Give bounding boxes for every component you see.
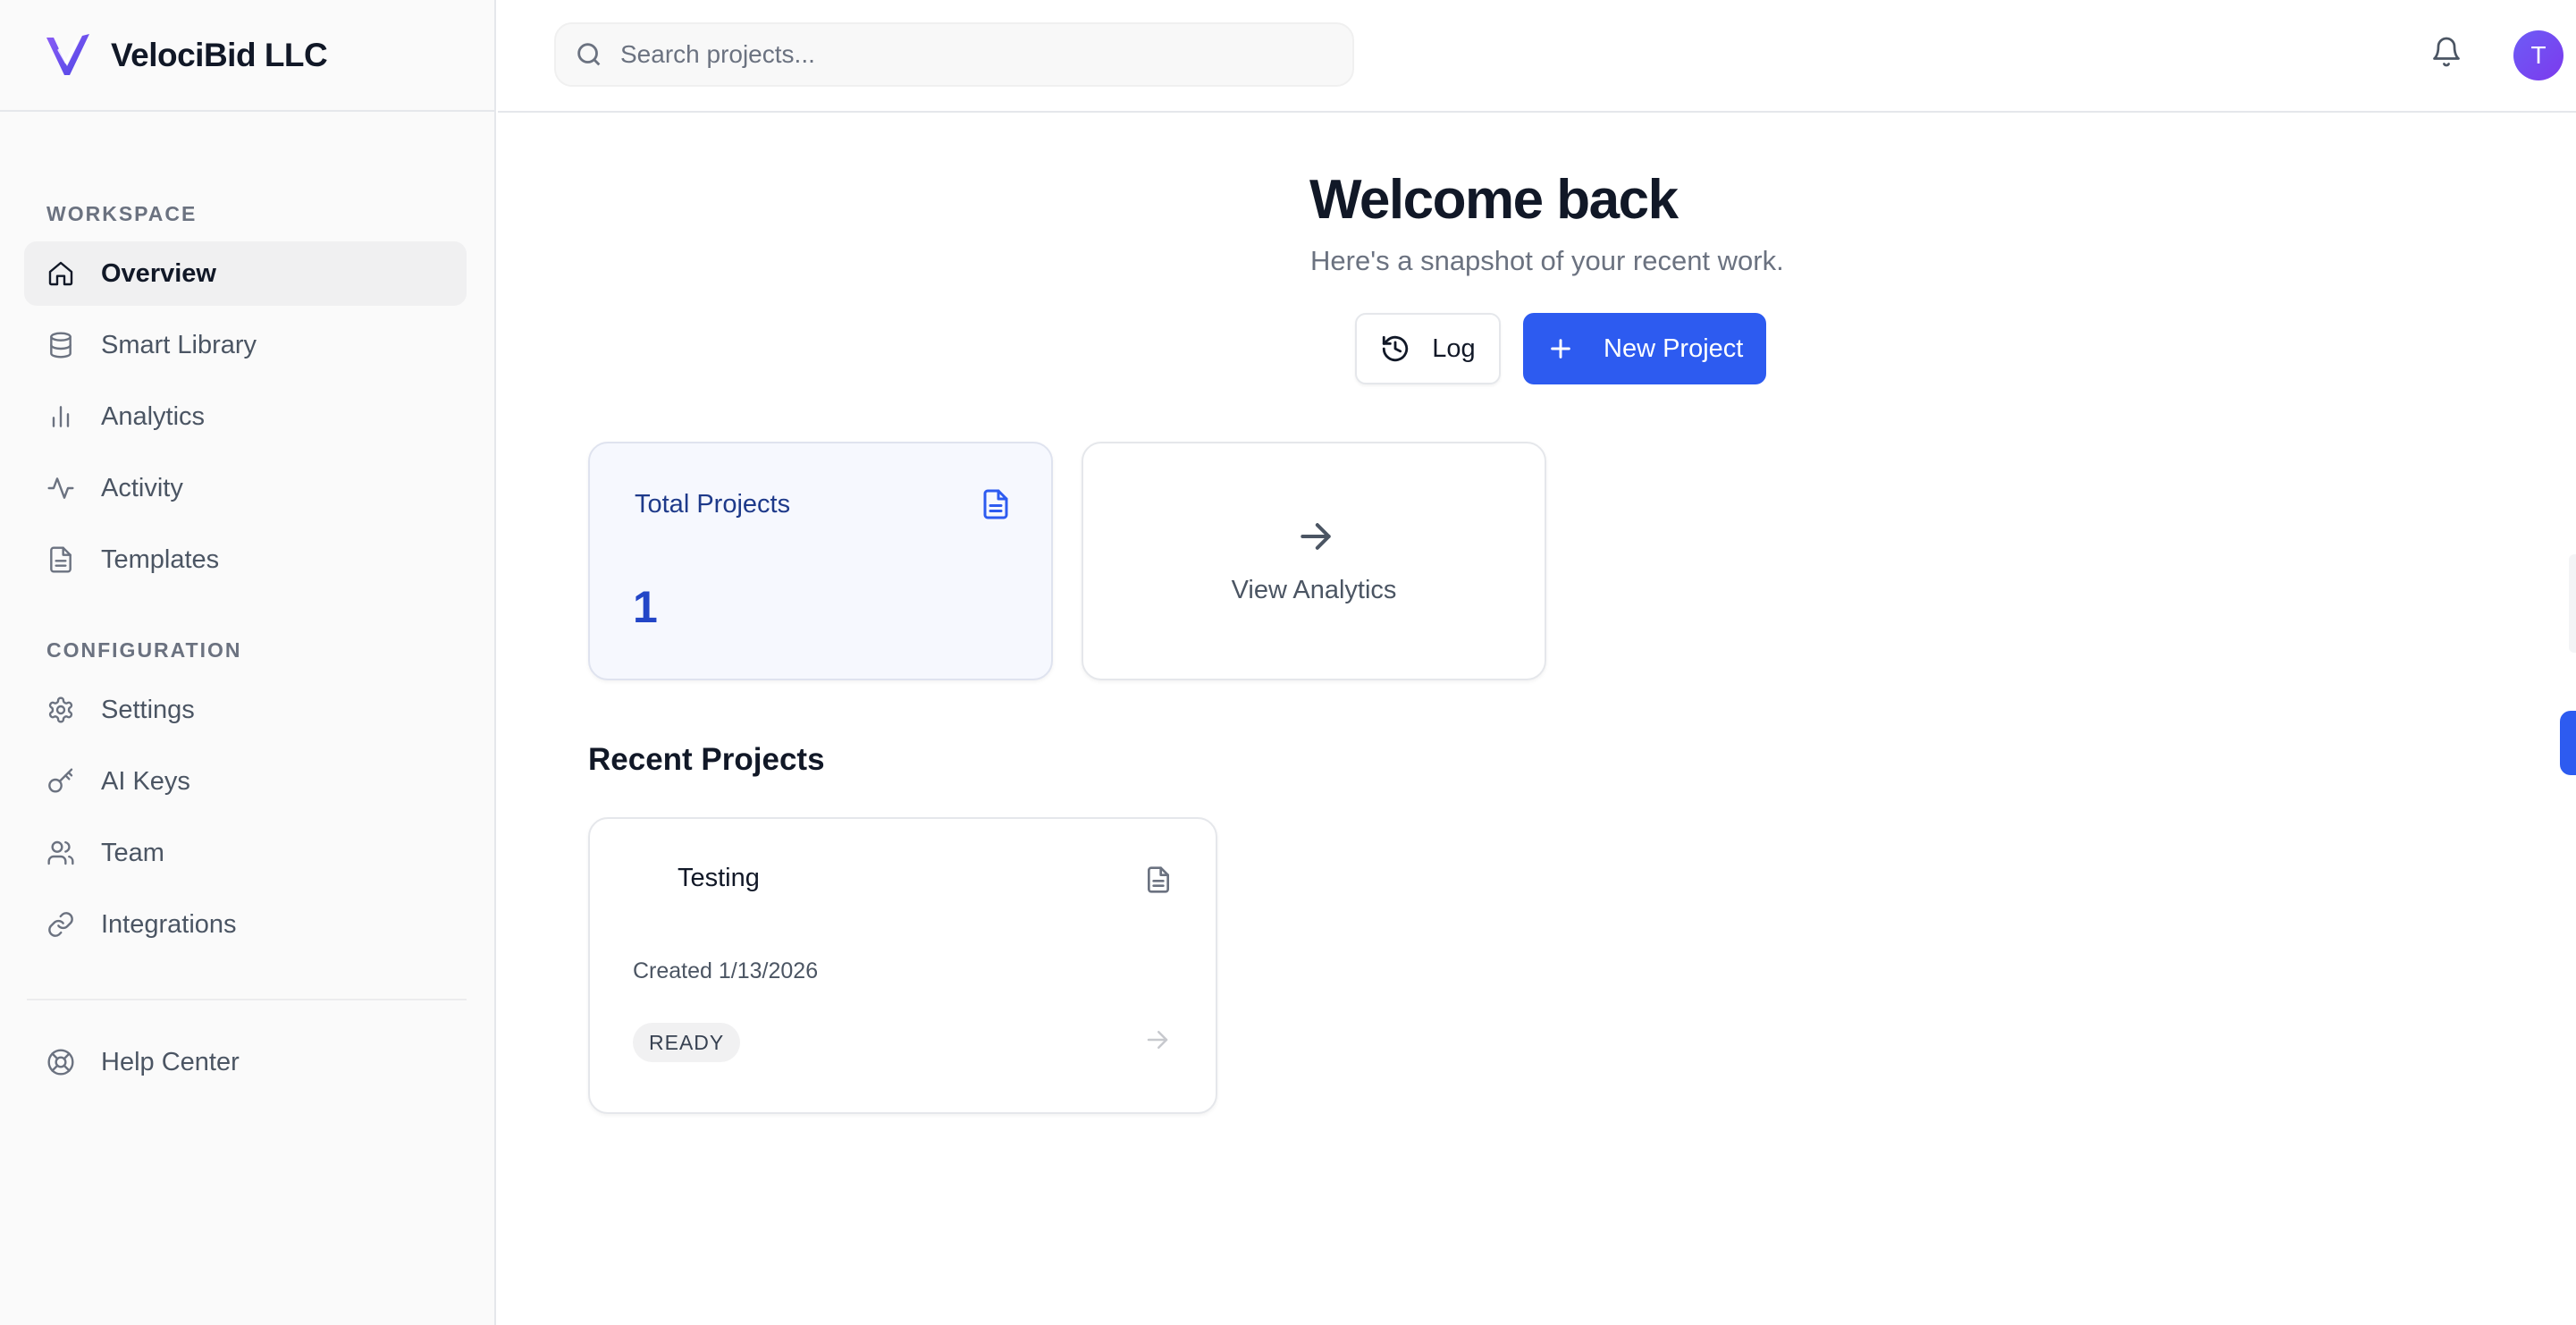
total-projects-card: Total Projects 1 <box>588 442 1053 680</box>
activity-icon <box>46 473 76 503</box>
page-title: Welcome back <box>1309 169 1679 231</box>
key-icon <box>46 766 76 797</box>
file-text-icon <box>980 488 1012 520</box>
side-drawer-tab[interactable] <box>2560 711 2576 775</box>
sidebar-item-team[interactable]: Team <box>24 821 467 885</box>
bell-icon <box>2433 37 2460 67</box>
brand-name: VelociBid LLC <box>111 36 328 73</box>
v-check-logo-icon <box>46 33 89 75</box>
sidebar-item-smart-library[interactable]: Smart Library <box>24 313 467 377</box>
project-card[interactable]: Testing Created 1/13/2026 READY <box>588 817 1217 1114</box>
project-created-date: Created 1/13/2026 <box>633 958 819 983</box>
sidebar-item-help-center[interactable]: Help Center <box>24 1030 467 1094</box>
nav-section-configuration: CONFIGURATION <box>46 638 242 662</box>
topbar: T <box>498 0 2576 113</box>
view-analytics-label: View Analytics <box>1231 576 1397 604</box>
search-input[interactable] <box>620 40 1317 69</box>
project-name: Testing <box>678 864 760 892</box>
plus-icon <box>1551 339 1570 359</box>
sidebar-item-label: Settings <box>101 695 195 724</box>
sidebar-divider <box>27 999 467 1000</box>
brand[interactable]: VelociBid LLC <box>0 0 494 112</box>
new-project-button[interactable]: New Project <box>1523 313 1766 384</box>
status-badge: READY <box>633 1023 741 1062</box>
arrow-right-icon <box>1296 517 1335 556</box>
log-button[interactable]: Log <box>1355 313 1501 384</box>
history-icon <box>1383 335 1409 362</box>
edge-panel-hint <box>2569 554 2576 653</box>
sidebar-item-integrations[interactable]: Integrations <box>24 892 467 957</box>
sidebar-item-settings[interactable]: Settings <box>24 678 467 742</box>
sidebar-item-activity[interactable]: Activity <box>24 456 467 520</box>
sidebar-item-label: Analytics <box>101 401 206 431</box>
sidebar-item-overview[interactable]: Overview <box>24 241 467 306</box>
life-buoy-icon <box>46 1047 76 1077</box>
link-icon <box>46 909 76 940</box>
recent-projects-heading: Recent Projects <box>588 742 825 777</box>
sidebar-item-label: Help Center <box>101 1047 240 1076</box>
avatar[interactable]: T <box>2513 30 2563 80</box>
notifications-button[interactable] <box>2430 36 2466 73</box>
bar-chart-icon <box>46 401 76 432</box>
file-text-icon <box>1144 865 1174 896</box>
total-projects-value: 1 <box>633 582 658 632</box>
database-icon <box>46 330 76 360</box>
page-subtitle: Here's a snapshot of your recent work. <box>1310 245 1784 276</box>
search-box[interactable] <box>554 22 1354 87</box>
sidebar-item-label: Integrations <box>101 909 237 939</box>
sidebar-item-label: Overview <box>101 258 216 288</box>
sidebar-item-label: Activity <box>101 473 183 502</box>
gear-icon <box>46 695 76 725</box>
sidebar-item-label: Team <box>101 838 164 867</box>
view-analytics-card[interactable]: View Analytics <box>1082 442 1546 680</box>
sidebar-item-analytics[interactable]: Analytics <box>24 384 467 449</box>
sidebar-item-label: Smart Library <box>101 330 257 359</box>
sidebar-item-label: Templates <box>101 544 220 574</box>
arrow-right-icon[interactable] <box>1144 1026 1173 1055</box>
nav-section-workspace: WORKSPACE <box>46 202 198 225</box>
home-icon <box>46 258 76 289</box>
search-icon <box>577 43 601 66</box>
new-project-button-label: New Project <box>1604 333 1744 363</box>
log-button-label: Log <box>1432 333 1476 363</box>
sidebar-item-ai-keys[interactable]: AI Keys <box>24 749 467 814</box>
total-projects-label: Total Projects <box>635 490 791 519</box>
sidebar-item-templates[interactable]: Templates <box>24 527 467 592</box>
file-text-icon <box>46 544 76 575</box>
sidebar: VelociBid LLC WORKSPACE Overview Smart L… <box>0 0 496 1325</box>
users-icon <box>46 838 76 868</box>
sidebar-item-label: AI Keys <box>101 766 190 796</box>
